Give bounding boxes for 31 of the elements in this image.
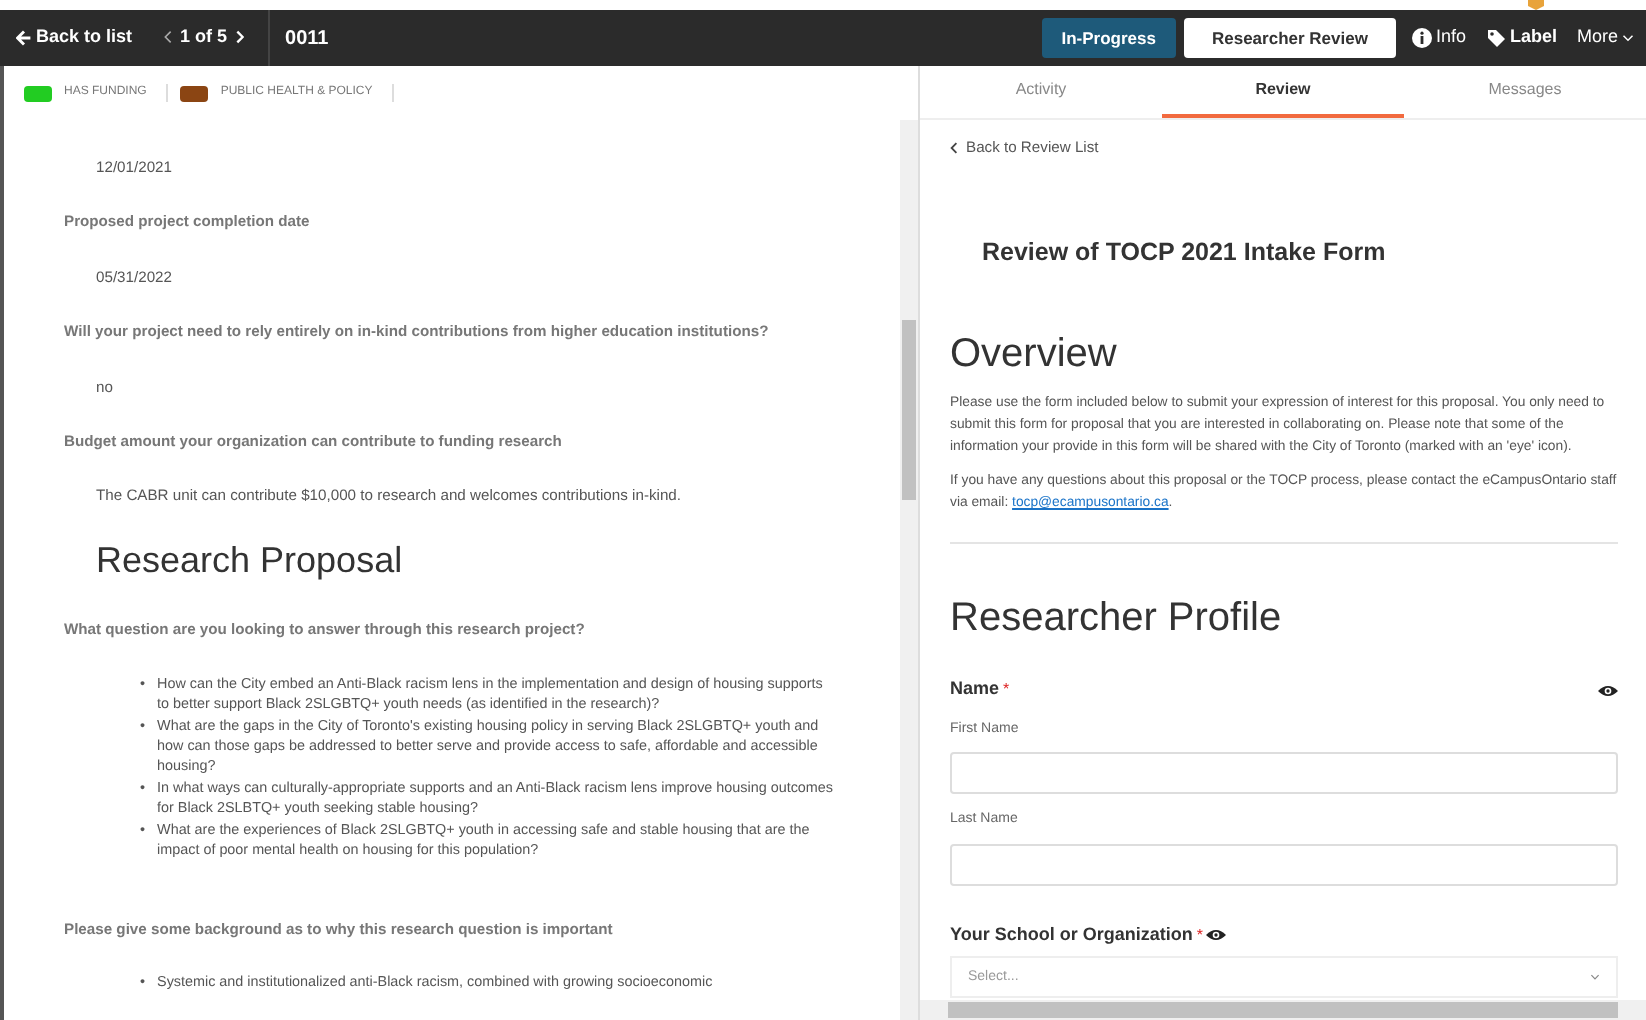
- chevron-left-icon: [164, 30, 173, 45]
- scrollbar[interactable]: [900, 120, 918, 1020]
- label-button[interactable]: Label: [1477, 24, 1565, 52]
- chevron-right-icon: [235, 30, 244, 45]
- question-label: Name: [950, 676, 1000, 703]
- more-menu-button[interactable]: More: [1568, 24, 1642, 52]
- required-mark: *: [1196, 923, 1203, 948]
- tab[interactable]: Review: [1162, 66, 1404, 118]
- required-mark: *: [1003, 678, 1010, 703]
- tag-icon: [1485, 28, 1506, 48]
- tab[interactable]: Activity: [920, 66, 1162, 118]
- scrollbar-thumb[interactable]: [948, 1002, 1618, 1018]
- stage-button[interactable]: Researcher Review: [1183, 17, 1396, 59]
- scrollbar[interactable]: [920, 1000, 1646, 1020]
- record-id: 0011: [285, 25, 329, 53]
- question-label: Your School or Organization: [950, 921, 1193, 948]
- caret-icon: [1622, 34, 1634, 42]
- chevron-down-icon: [1590, 974, 1600, 981]
- chevron-left-icon: [950, 141, 958, 154]
- status-button[interactable]: In-Progress: [1041, 17, 1176, 59]
- back-button[interactable]: Back to list: [8, 24, 141, 52]
- section-heading: Researcher Profile: [950, 594, 1284, 645]
- info-button[interactable]: Info: [1403, 24, 1474, 52]
- scrollbar-thumb[interactable]: [902, 320, 916, 500]
- section-heading: Research Proposal: [96, 539, 405, 583]
- form-title: Review of TOCP 2021 Intake Form: [982, 236, 1388, 271]
- info-icon: [1411, 28, 1432, 48]
- tab[interactable]: Messages: [1404, 66, 1646, 118]
- arrow-left-icon: [16, 30, 32, 46]
- section-heading: Overview: [950, 330, 1119, 381]
- pager-text: 1 of 5: [180, 24, 228, 51]
